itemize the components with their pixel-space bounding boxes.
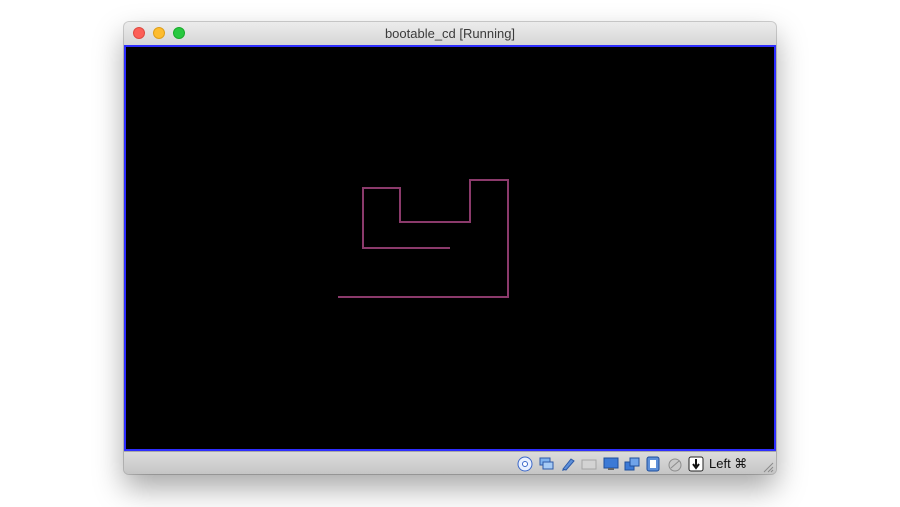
display-icon[interactable]	[603, 456, 619, 472]
snake-line	[338, 179, 509, 298]
vm-display[interactable]	[124, 45, 776, 451]
keyboard-capture-icon[interactable]	[688, 456, 704, 472]
shared-folders-icon[interactable]	[581, 456, 597, 472]
vm-drawing	[338, 179, 509, 298]
cpu-icon[interactable]	[645, 456, 661, 472]
host-key-label: Left ⌘	[709, 456, 748, 471]
title-bar[interactable]: bootable_cd [Running]	[124, 22, 776, 46]
video-capture-icon[interactable]	[624, 456, 640, 472]
optical-drive-icon[interactable]	[517, 456, 533, 472]
window-title: bootable_cd [Running]	[384, 26, 516, 41]
resize-grip-icon[interactable]	[762, 461, 774, 473]
status-bar: Left ⌘	[124, 451, 776, 474]
mouse-integration-icon[interactable]	[667, 456, 683, 472]
vm-window: bootable_cd [Running] Left ⌘	[124, 22, 776, 474]
network-icon[interactable]	[538, 456, 554, 472]
usb-icon[interactable]	[560, 456, 576, 472]
